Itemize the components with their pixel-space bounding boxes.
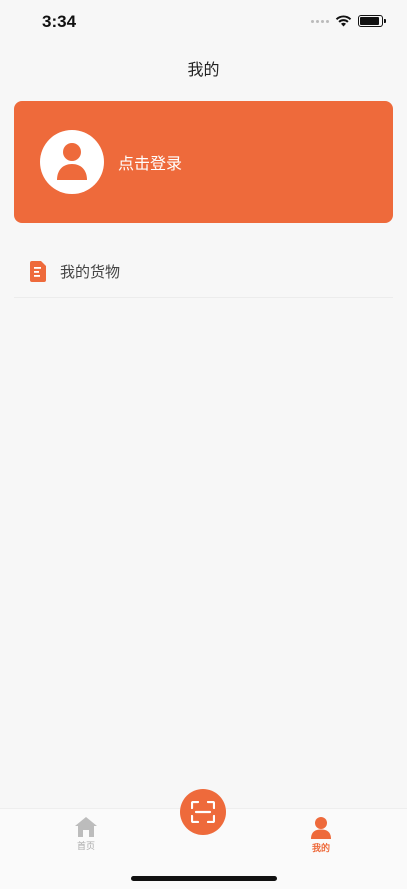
tab-home-label: 首页 [76,842,95,852]
home-icon [75,817,97,837]
avatar[interactable] [40,130,104,194]
wifi-icon [335,15,352,27]
tab-home[interactable]: 首页 [56,817,116,852]
battery-icon [358,15,386,27]
tab-mine-label: 我的 [311,844,330,854]
profile-screen: 3:34 我的 点击登录 我的货物 首页 我的 [0,0,407,889]
page-title: 我的 [187,60,220,79]
menu-item-my-goods[interactable]: 我的货物 [14,246,393,298]
scan-icon [191,801,215,823]
status-bar: 3:34 [0,0,407,44]
user-avatar-icon [57,143,87,180]
login-card[interactable]: 点击登录 [14,101,393,223]
scan-button[interactable] [180,789,226,835]
menu-item-label: 我的货物 [60,263,121,281]
home-indicator[interactable] [131,876,277,881]
signal-icon [311,19,329,23]
document-icon [30,261,46,282]
login-label[interactable]: 点击登录 [118,150,182,174]
status-time: 3:34 [42,12,77,31]
person-icon [311,817,331,839]
tab-mine[interactable]: 我的 [291,817,351,854]
status-icons [311,15,386,27]
